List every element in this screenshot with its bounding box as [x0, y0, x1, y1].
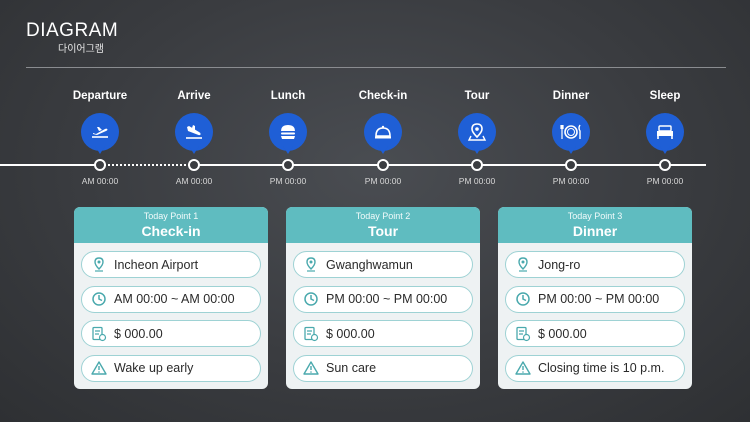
card-title: Check-in — [141, 223, 201, 239]
time-row: AM 00:00 ~ AM 00:00 — [81, 285, 261, 313]
time-range-text: PM 00:00 ~ PM 00:00 — [326, 292, 448, 306]
card-header: Today Point 1 Check-in — [74, 207, 268, 243]
bell-icon — [375, 125, 391, 139]
cost-text: $ 000.00 — [538, 326, 587, 341]
card-title: Tour — [367, 223, 399, 239]
card-point-label: Today Point 3 — [567, 211, 623, 221]
timeline-node — [565, 159, 577, 171]
timeline-node — [188, 159, 200, 171]
point-card: Today Point 3 Dinner Jong-ro PM 00:00 ~ … — [498, 207, 692, 389]
burger-icon — [281, 125, 295, 139]
note-row: Sun care — [293, 354, 473, 382]
card-title: Dinner — [572, 223, 618, 239]
clock-icon — [516, 292, 530, 306]
card-header: Today Point 2 Tour — [286, 207, 480, 243]
step-time: AM 00:00 — [81, 176, 119, 186]
step-pin — [81, 113, 119, 155]
cost-text: $ 000.00 — [326, 326, 375, 341]
timeline-line — [0, 164, 100, 166]
timeline-node — [377, 159, 389, 171]
step-label: Departure — [72, 90, 128, 102]
step-pin — [646, 113, 684, 155]
time-range-text: AM 00:00 ~ AM 00:00 — [114, 292, 235, 306]
location-pin-icon — [306, 256, 316, 272]
clock-icon — [304, 292, 318, 306]
step-lunch: Lunch — [243, 89, 333, 155]
location-text: Gwanghwamun — [326, 257, 413, 272]
location-row: Gwanghwamun — [293, 251, 473, 278]
warning-icon — [515, 361, 531, 375]
step-departure: Departure — [55, 89, 145, 155]
timeline-node — [659, 159, 671, 171]
location-pin-icon — [94, 256, 104, 272]
warning-icon — [91, 361, 107, 375]
step-label: Arrive — [177, 90, 211, 102]
time-range-text: PM 00:00 ~ PM 00:00 — [538, 292, 660, 306]
location-row: Jong-ro — [505, 251, 685, 278]
step-label: Dinner — [552, 90, 590, 102]
point-card: Today Point 1 Check-in Incheon Airport A… — [74, 207, 268, 389]
card-point-label: Today Point 1 — [143, 211, 199, 221]
receipt-icon — [304, 326, 319, 341]
timeline-node — [471, 159, 483, 171]
step-time: PM 00:00 — [552, 176, 590, 186]
time-row: PM 00:00 ~ PM 00:00 — [505, 285, 685, 313]
airplane-landing-icon — [186, 125, 202, 139]
note-text: Closing time is 10 p.m. — [538, 361, 665, 375]
receipt-icon — [516, 326, 531, 341]
step-time: AM 00:00 — [175, 176, 213, 186]
header-divider — [26, 67, 726, 68]
clock-icon — [92, 292, 106, 306]
step-label: Tour — [464, 90, 490, 102]
step-pin — [364, 113, 402, 155]
note-text: Wake up early — [114, 361, 194, 375]
receipt-icon — [92, 326, 107, 341]
timeline-node — [282, 159, 294, 171]
step-time: PM 00:00 — [364, 176, 402, 186]
time-row: PM 00:00 ~ PM 00:00 — [293, 285, 473, 313]
warning-icon — [303, 361, 319, 375]
timeline-dotted-segment — [100, 164, 194, 166]
location-pin-icon — [518, 256, 528, 272]
header: DIAGRAM — [26, 20, 118, 42]
step-pin — [269, 113, 307, 155]
location-text: Incheon Airport — [114, 257, 199, 272]
bed-icon — [657, 125, 673, 139]
location-text: Jong-ro — [538, 257, 581, 272]
step-time: PM 00:00 — [458, 176, 496, 186]
timeline-node — [94, 159, 106, 171]
note-row: Closing time is 10 p.m. — [505, 354, 685, 382]
map-pin-icon — [467, 123, 487, 141]
step-check-in: Check-in — [338, 89, 428, 155]
airplane-takeoff-icon — [92, 127, 108, 138]
step-sleep: Sleep — [620, 89, 710, 155]
page-title: DIAGRAM — [26, 20, 119, 41]
point-card: Today Point 2 Tour Gwanghwamun PM 00:00 … — [286, 207, 480, 389]
step-pin — [458, 113, 496, 155]
cost-row: $ 000.00 — [81, 320, 261, 347]
cost-row: $ 000.00 — [505, 320, 685, 347]
step-dinner: Dinner — [526, 89, 616, 155]
step-label: Lunch — [270, 90, 306, 102]
location-row: Incheon Airport — [81, 251, 261, 278]
cost-row: $ 000.00 — [293, 320, 473, 347]
step-pin — [175, 113, 213, 155]
card-header: Today Point 3 Dinner — [498, 207, 692, 243]
note-text: Sun care — [326, 361, 377, 375]
step-pin — [552, 113, 590, 155]
timeline-line — [194, 164, 706, 166]
plate-cutlery-icon — [560, 124, 581, 139]
cost-text: $ 000.00 — [114, 326, 163, 341]
card-point-label: Today Point 2 — [355, 211, 411, 221]
step-label: Check-in — [358, 90, 408, 102]
step-time: PM 00:00 — [269, 176, 307, 186]
step-label: Sleep — [649, 90, 681, 102]
step-time: PM 00:00 — [646, 176, 684, 186]
note-row: Wake up early — [81, 354, 261, 382]
step-tour: Tour — [432, 89, 522, 155]
step-arrive: Arrive — [149, 89, 239, 155]
page-subtitle: 다이어그램 — [58, 44, 104, 55]
